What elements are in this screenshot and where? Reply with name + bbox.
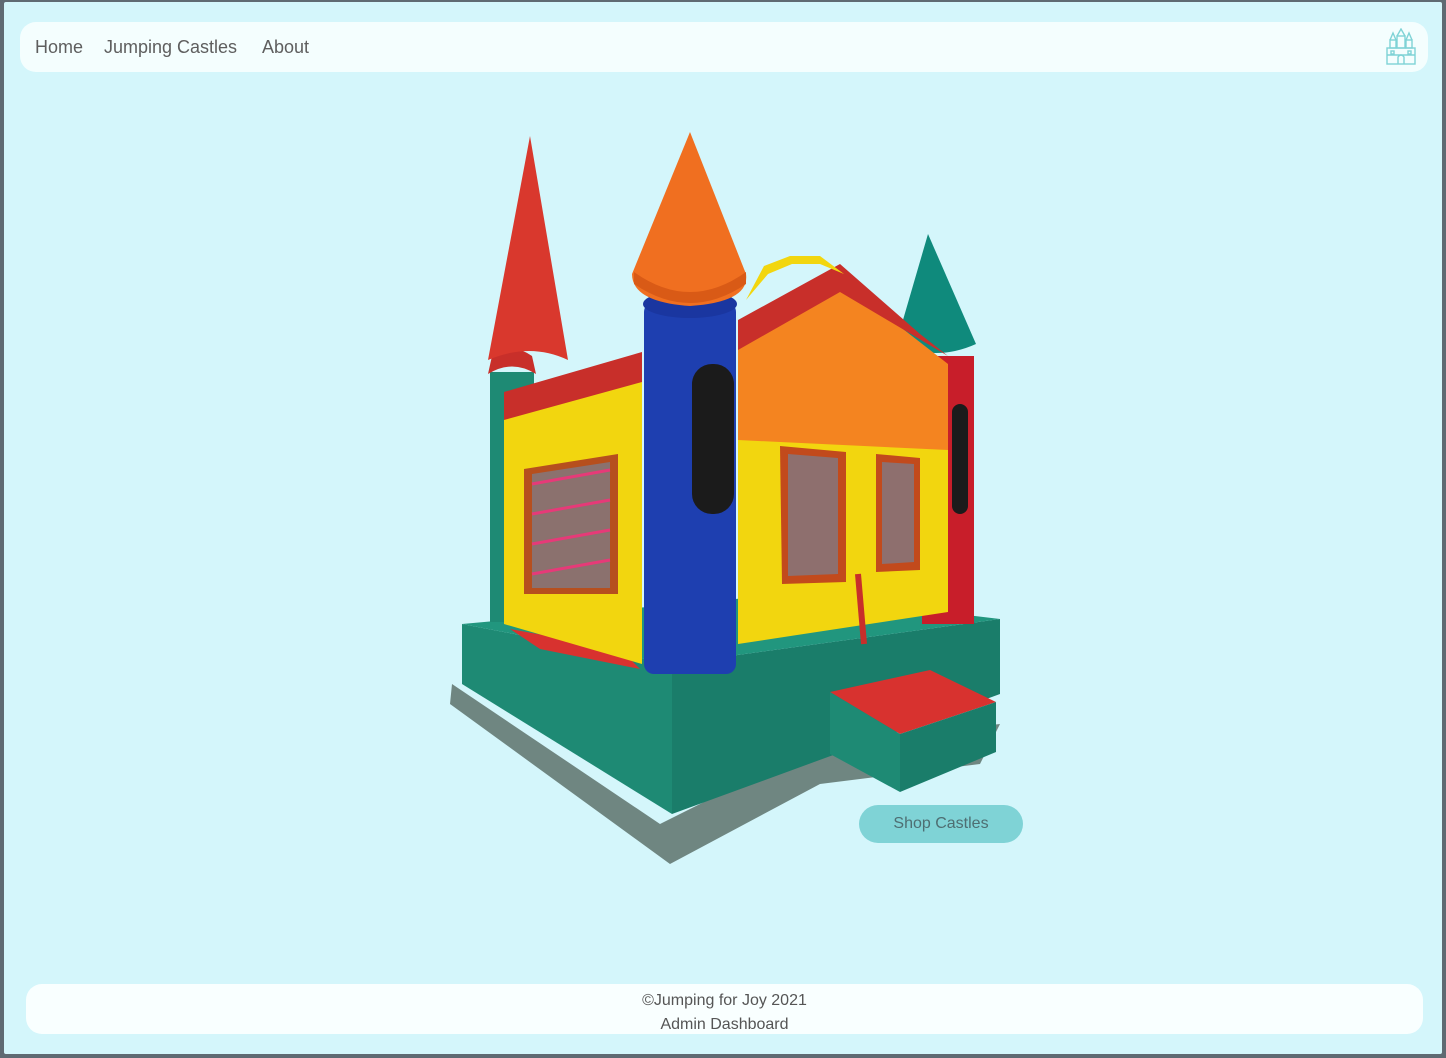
footer-copyright: ©Jumping for Joy 2021	[642, 992, 807, 1009]
shop-castles-button[interactable]: Shop Castles	[859, 805, 1023, 843]
bounce-castle-image	[450, 132, 1000, 864]
castle-logo-icon[interactable]	[1384, 28, 1418, 66]
site-footer: ©Jumping for Joy 2021 Admin Dashboard	[26, 984, 1423, 1034]
nav-link-about[interactable]: About	[262, 37, 309, 58]
page: Home Jumping Castles About Shop Castles …	[4, 2, 1442, 1054]
top-navbar: Home Jumping Castles About	[20, 22, 1428, 72]
admin-dashboard-link[interactable]: Admin Dashboard	[26, 1016, 1423, 1034]
nav-link-home[interactable]: Home	[35, 37, 83, 58]
nav-link-jumping-castles[interactable]: Jumping Castles	[104, 37, 237, 58]
